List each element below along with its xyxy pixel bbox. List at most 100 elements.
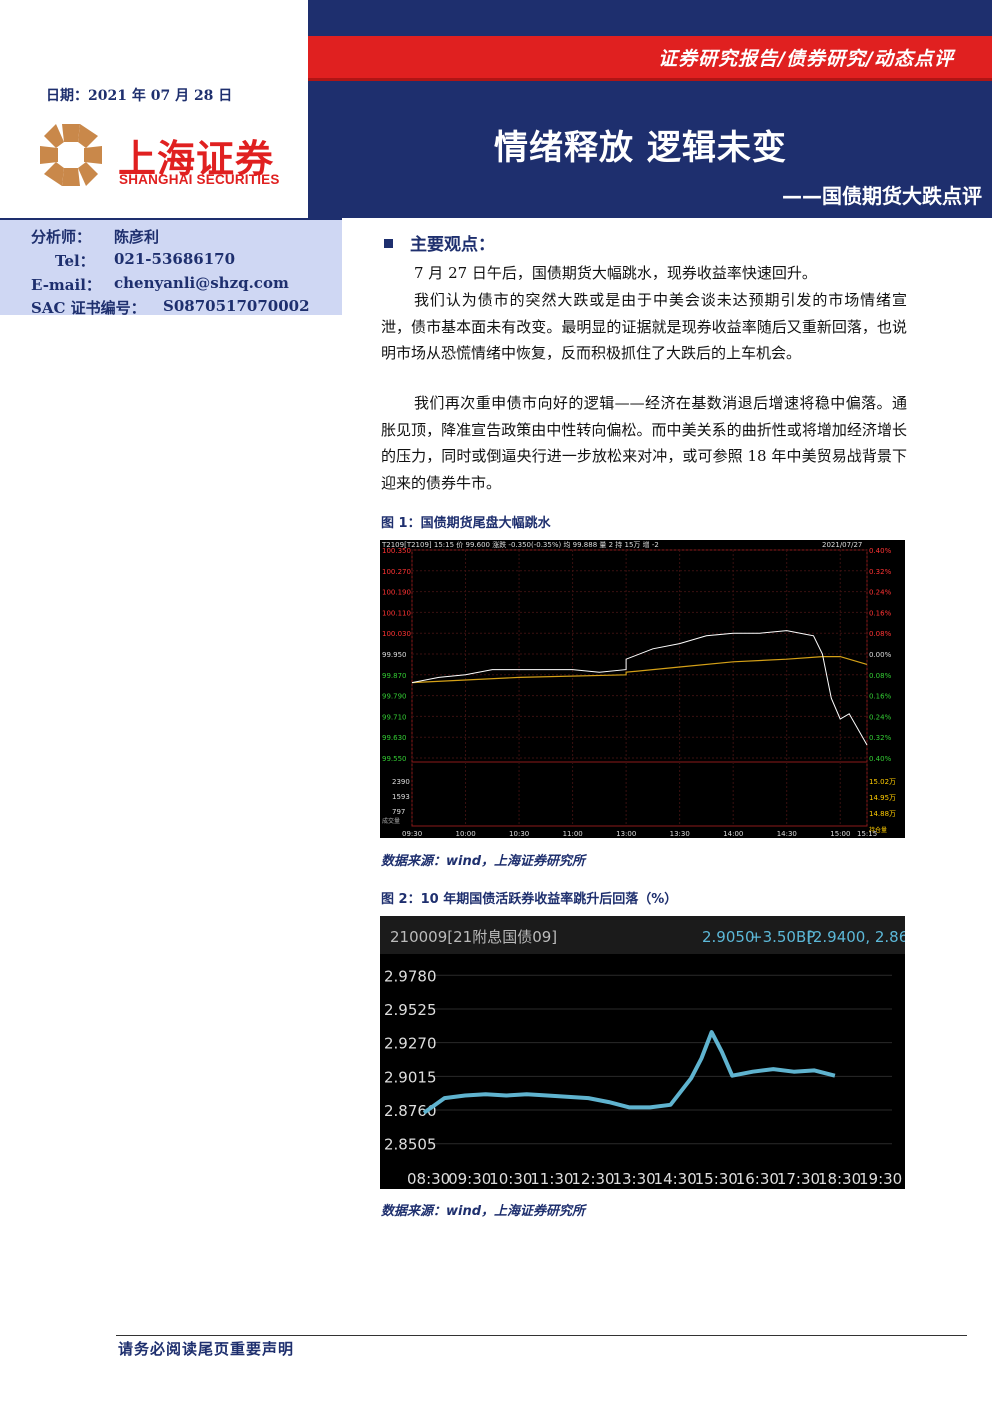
- figure1-time-tick: 14:30: [777, 830, 797, 838]
- section-heading-text: 主要观点：: [410, 235, 495, 255]
- figure1-oi-tick: 14.88万: [869, 810, 896, 818]
- page-subtitle: ——国债期货大跌点评: [782, 184, 982, 208]
- figure1-pct-tick: 0.08%: [869, 672, 892, 680]
- figure2-header-code: 210009[21附息国债09]: [390, 928, 557, 946]
- figure1-time-tick: 10:00: [456, 830, 476, 838]
- paragraph-3: 我们再次重申债市向好的逻辑——经济在基数消退后增速将稳中偏落。通胀见顶，降准宣告…: [381, 394, 907, 492]
- figure2-x-tick: 12:30: [571, 1170, 614, 1188]
- page-title: 情绪释放 逻辑未变: [494, 128, 787, 168]
- figure1-time-tick: 15:00: [830, 830, 850, 838]
- figure2-y-tick: 2.9015: [384, 1068, 437, 1086]
- figure2-header-range: [2.9400, 2.8650]: [807, 928, 905, 946]
- figure1-background: [380, 540, 905, 838]
- breadcrumb-divider: [308, 78, 992, 81]
- figure1-time-tick: 15:15: [857, 830, 877, 838]
- figure1-pct-tick: 0.32%: [869, 568, 892, 576]
- figure2-svg: 210009[21附息国债09] 2.9050+3.50BP[2.9400, 2.…: [380, 916, 933, 1189]
- analyst-sac-label: SAC 证书编号：: [31, 299, 146, 317]
- figure1-pct-tick: 0.08%: [869, 630, 892, 638]
- shanghai-securities-logo-icon: [40, 124, 102, 186]
- figure1-svg: T2109[T2109] 15:15 价 99.600 涨跌 -0.350(-0…: [380, 540, 905, 838]
- figure1-volume-tick: 797: [392, 808, 405, 816]
- analyst-sac-row: SAC 证书编号： S0870517070002: [31, 297, 310, 318]
- figure2-x-tick: 15:30: [695, 1170, 738, 1188]
- breadcrumb-bar: 证券研究报告/债券研究/动态点评: [308, 36, 992, 78]
- figure1-time-tick: 10:30: [509, 830, 529, 838]
- figure2-x-tick: 11:30: [530, 1170, 573, 1188]
- report-date: 日期：2021 年 07 月 28 日: [46, 88, 233, 104]
- analyst-info: 分析师： 陈彦利 Tel： 021-53686170 E-mail： cheny…: [0, 218, 342, 318]
- figure1-volume-tick: 2390: [392, 778, 410, 786]
- figure2-chart: 210009[21附息国债09] 2.9050 +3.50BP [2.9400, 2.…: [380, 916, 933, 1189]
- section-heading: 主要观点：: [384, 230, 495, 255]
- figure1-pct-tick: 0.00%: [869, 651, 892, 659]
- figure1-time-tick: 11:00: [563, 830, 583, 838]
- figure1-source: 数据来源：wind，上海证券研究所: [381, 854, 586, 869]
- figure1-price-tick: 99.710: [382, 713, 407, 721]
- figure1-price-tick: 100.030: [382, 630, 411, 638]
- figure2-background: [380, 916, 905, 1189]
- figure2-x-tick: 08:30: [407, 1170, 450, 1188]
- figure2-y-tick: 2.9780: [384, 967, 437, 985]
- figure2-header-change: +3.50BP: [750, 928, 815, 946]
- figure2-x-tick: 09:30: [448, 1170, 491, 1188]
- footer-disclaimer[interactable]: 请务必阅读尾页重要声明: [118, 1338, 294, 1359]
- figure1-time-tick: 13:30: [670, 830, 690, 838]
- figure1-oi-tick: 14.95万: [869, 794, 896, 802]
- figure1-oi-tick: 15.02万: [869, 778, 896, 786]
- figure1-chart: T2109[T2109] 15:15 价 99.600 涨跌 -0.350(-0…: [380, 540, 905, 838]
- analyst-email-row: E-mail： chenyanli@shzq.com: [31, 274, 289, 295]
- analyst-name-row: 分析师： 陈彦利: [31, 226, 159, 247]
- figure1-price-tick: 99.630: [382, 734, 407, 742]
- figure2-header-value: 2.9050: [702, 928, 755, 946]
- figure2-x-tick: 16:30: [736, 1170, 779, 1188]
- figure1-price-tick: 99.950: [382, 651, 407, 659]
- figure2-x-tick: 18:30: [818, 1170, 861, 1188]
- figure2-y-tick: 2.8505: [384, 1136, 437, 1154]
- figure1-time-tick: 09:30: [402, 830, 422, 838]
- figure2-source: 数据来源：wind，上海证券研究所: [381, 1204, 586, 1219]
- figure1-pct-tick: 0.16%: [869, 609, 892, 617]
- logo-name-en: SHANGHAI SECURITIES: [119, 172, 280, 187]
- figure1-volume-tick: 1593: [392, 793, 410, 801]
- figure2-y-tick: 2.9525: [384, 1001, 437, 1019]
- paragraph-2: 我们认为债市的突然大跌或是由于中美会谈未达预期引发的市场情绪宣泄，债市基本面未有…: [381, 291, 907, 362]
- footer-divider: [116, 1335, 967, 1336]
- figure1-price-tick: 99.790: [382, 693, 407, 701]
- figure1-pct-tick: 0.40%: [869, 755, 892, 763]
- figure1-pct-tick: 0.24%: [869, 589, 892, 597]
- figure2-x-tick: 19:30: [859, 1170, 902, 1188]
- figure1-price-tick: 99.550: [382, 755, 407, 763]
- figure1-price-tick: 100.270: [382, 568, 411, 576]
- figure1-price-tick: 100.110: [382, 609, 411, 617]
- figure1-volume-label: 成交量: [382, 817, 400, 825]
- square-bullet-icon: [384, 239, 393, 248]
- analyst-name: 陈彦利: [114, 228, 160, 246]
- figure2-x-tick: 17:30: [777, 1170, 820, 1188]
- figure1-pct-tick: 0.32%: [869, 734, 892, 742]
- analyst-tel-row: Tel： 021-53686170: [31, 250, 235, 271]
- analyst-name-label: 分析师：: [31, 228, 92, 246]
- figure1-pct-tick: 0.24%: [869, 713, 892, 721]
- figure1-pct-tick: 0.40%: [869, 547, 892, 555]
- paragraph-1: 7 月 27 日午后，国债期货大幅跳水，现券收益率快速回升。: [414, 264, 817, 282]
- analyst-email-label: E-mail：: [31, 276, 101, 294]
- figure1-title: 图 1：国债期货尾盘大幅跳水: [381, 516, 551, 531]
- figure1-time-tick: 14:00: [723, 830, 743, 838]
- figure1-info-bar: T2109[T2109] 15:15 价 99.600 涨跌 -0.350(-0…: [381, 540, 659, 549]
- figure1-price-tick: 99.870: [382, 672, 407, 680]
- figure1-price-tick: 100.190: [382, 589, 411, 597]
- figure2-y-tick: 2.9270: [384, 1035, 437, 1053]
- figure1-date: 2021/07/27: [822, 541, 862, 549]
- figure1-pct-tick: 0.16%: [869, 693, 892, 701]
- figure1-price-tick: 100.350: [382, 547, 411, 555]
- figure2-x-tick: 14:30: [654, 1170, 697, 1188]
- figure2-x-tick: 13:30: [612, 1170, 655, 1188]
- figure2-x-tick: 10:30: [489, 1170, 532, 1188]
- figure1-time-tick: 13:00: [616, 830, 636, 838]
- analyst-tel-label: Tel：: [55, 252, 95, 270]
- figure2-title: 图 2：10 年期国债活跃券收益率跳升后回落（%）: [381, 892, 678, 907]
- analyst-email[interactable]: chenyanli@shzq.com: [114, 274, 289, 292]
- breadcrumb: 证券研究报告/债券研究/动态点评: [658, 48, 954, 70]
- analyst-tel: 021-53686170: [114, 250, 236, 268]
